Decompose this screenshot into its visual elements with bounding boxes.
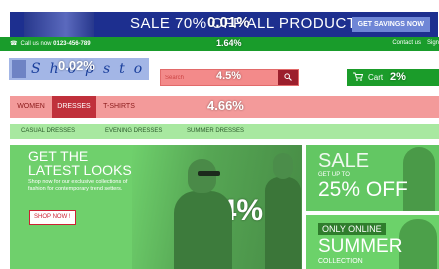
hero-title-line1: GET THE (28, 148, 89, 164)
phone-icon: ☎ (10, 41, 18, 47)
get-savings-button[interactable]: GET SAVINGS NOW (351, 17, 430, 32)
sign-in-link[interactable]: Sign (427, 40, 439, 46)
phone-label: Call us now (20, 41, 52, 47)
summer-title: SUMMER (318, 236, 403, 257)
hero-title-line2: LATEST LOOKS (28, 162, 132, 178)
promo-model-image (24, 12, 94, 37)
collection-label: COLLECTION (318, 258, 363, 265)
contact-us-link[interactable]: Contact us (392, 40, 421, 46)
logo-mark-icon (12, 60, 26, 78)
cart-overlay: 2% (390, 71, 406, 83)
cart-label: Cart (368, 73, 384, 82)
subnav-item-evening-dresses[interactable]: EVENING DRESSES (105, 128, 162, 134)
phone-info: ☎ Call us now 0123-456-789 (10, 40, 91, 47)
sale-title: SALE (318, 150, 370, 172)
promo-overlay: 0.01% (207, 14, 250, 31)
search-button[interactable] (278, 70, 298, 85)
nav-item-dresses[interactable]: DRESSES (52, 96, 96, 118)
hero-model2-image (265, 153, 301, 269)
sale-discount: 25% OFF (318, 178, 408, 201)
summer-model-image (399, 219, 437, 269)
hero-title: GET THE LATEST LOOKS (28, 149, 132, 177)
nav-item-t-shirts[interactable]: T-SHIRTS (96, 96, 142, 118)
subnav-item-summer-dresses[interactable]: SUMMER DRESSES (187, 128, 244, 134)
phone-number: 0123-456-789 (53, 41, 91, 47)
cart-icon (353, 72, 363, 81)
subnav-item-casual-dresses[interactable]: CASUAL DRESSES (21, 128, 75, 134)
nav-item-women[interactable]: WOMEN (10, 96, 52, 118)
search-overlay: 4.5% (216, 70, 242, 82)
shop-now-button[interactable]: SHOP NOW ! (29, 210, 76, 225)
sale-banner[interactable]: SALE GET UP TO 25% OFF (306, 145, 439, 211)
summer-collection-banner[interactable]: ONLY ONLINE SUMMER COLLECTION (306, 215, 439, 269)
hero-model-image (170, 159, 235, 269)
only-online-tag: ONLY ONLINE (318, 223, 386, 235)
infobar-overlay: 1.64% (216, 38, 242, 48)
hero-subtitle: Shop now for our exclusive collections o… (28, 179, 128, 192)
dresses-subnav: CASUAL DRESSES EVENING DRESSES SUMMER DR… (10, 124, 439, 139)
nav-overlay: 4.66% (207, 98, 244, 113)
search-icon (284, 73, 292, 81)
logo-overlay: 0.02% (58, 58, 95, 73)
